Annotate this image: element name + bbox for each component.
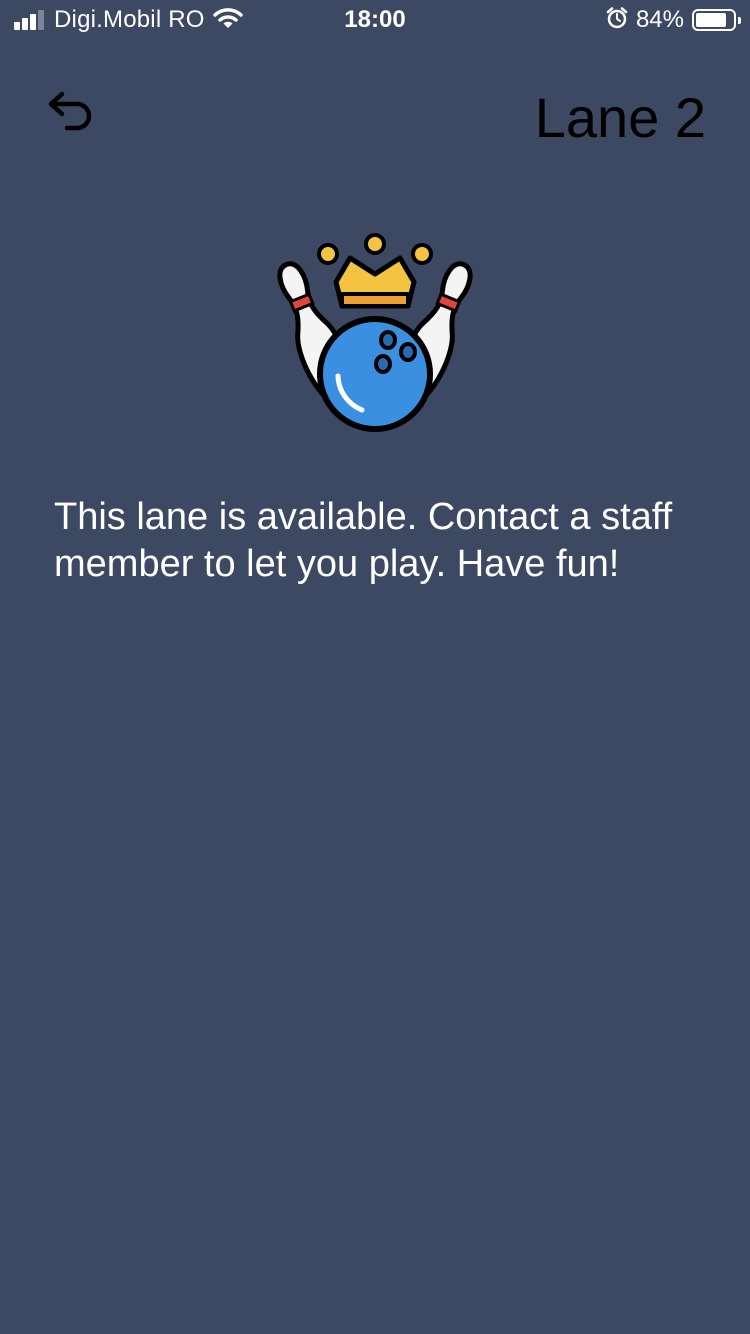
undo-arrow-icon [48,91,92,131]
bowling-crown-icon [270,228,480,438]
lane-screen: Digi.Mobil RO 18:00 84% Lane 2 This lane… [0,0,750,1334]
battery-fill [696,13,727,27]
battery-percent: 84% [635,6,684,33]
battery-icon [692,9,741,31]
page-title: Lane 2 [534,86,706,149]
availability-message: This lane is available. Contact a staff … [54,496,673,585]
battery-cap [738,17,741,24]
back-button[interactable] [40,84,100,140]
status-right: 84% [606,6,741,34]
status-bar: Digi.Mobil RO 18:00 84% [0,0,750,40]
alarm-icon [606,6,628,34]
